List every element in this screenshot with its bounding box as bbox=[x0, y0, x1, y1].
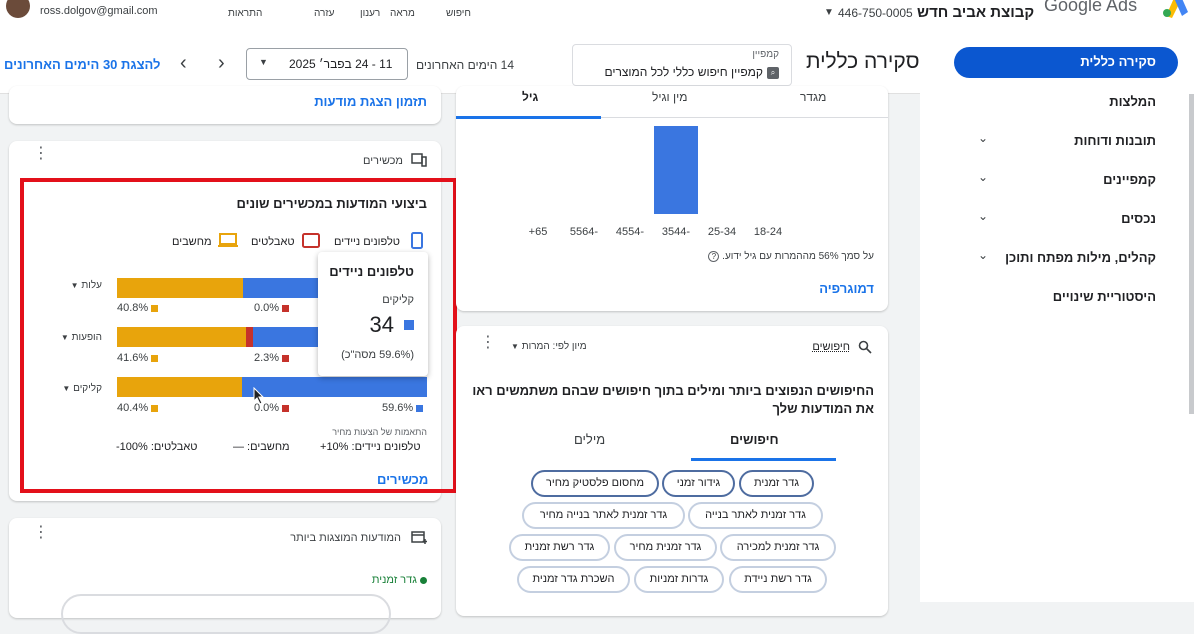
ad-window-icon bbox=[411, 530, 427, 544]
nav-notifications[interactable]: התראות bbox=[228, 8, 262, 19]
prev-period-icon[interactable]: ‹ bbox=[180, 52, 187, 75]
account-dropdown-icon[interactable]: ▼ bbox=[824, 7, 834, 18]
more-options-icon[interactable]: ⋮ bbox=[33, 530, 49, 536]
sidebar-item-campaigns[interactable]: קמפיינים bbox=[1103, 172, 1156, 187]
age-tick-label: 3544- bbox=[662, 226, 690, 236]
chevron-down-icon[interactable]: ⌄ bbox=[978, 209, 988, 223]
chevron-down-icon: ▼ bbox=[511, 342, 519, 351]
sort-dropdown[interactable]: מיון לפי: המרות ▼ bbox=[511, 341, 587, 352]
search-chip[interactable]: גדר רשת זמנית bbox=[509, 534, 610, 561]
search-chip[interactable]: גדר זמנית bbox=[739, 470, 814, 497]
nav-appearance[interactable]: מראה bbox=[390, 8, 415, 19]
age-tick-label: 25-34 bbox=[708, 226, 736, 236]
searches-title: החיפושים הנפוצים ביותר ומילים בתוך חיפוש… bbox=[464, 382, 874, 418]
devices-icon bbox=[411, 153, 427, 167]
search-chip[interactable]: גדר רשת ניידת bbox=[729, 566, 827, 593]
sidebar-item-insights[interactable]: תובנות ודוחות bbox=[1074, 133, 1156, 148]
search-chip[interactable]: גידור זמני bbox=[662, 470, 735, 497]
search-chip[interactable]: גדר זמנית לאתר בנייה מחיר bbox=[522, 502, 685, 529]
sidebar-item-recommendations[interactable]: המלצות bbox=[1109, 94, 1156, 109]
campaign-selector[interactable]: קמפיין ⌕ קמפיין חיפוש כללי לכל המוצרים bbox=[572, 44, 792, 86]
product-name: Google Ads bbox=[1044, 0, 1137, 16]
sidebar-item-label: סקירה כללית bbox=[1080, 54, 1156, 69]
account-email: ross.dolgov@gmail.com bbox=[40, 5, 158, 17]
avatar[interactable] bbox=[6, 0, 30, 18]
campaign-value: קמפיין חיפוש כללי לכל המוצרים bbox=[604, 65, 763, 79]
top-bar: ross.dolgov@gmail.com התראות עזרה רענון … bbox=[0, 0, 1194, 38]
show-last-30-days-link[interactable]: להצגת 30 הימים האחרונים bbox=[4, 57, 160, 72]
tab-gender[interactable]: מגדר bbox=[800, 90, 826, 104]
status-dot-icon bbox=[420, 577, 427, 584]
ad-schedule-card: תזמון הצגת מודעות bbox=[9, 86, 441, 124]
search-chip[interactable]: גדרות זמניות bbox=[634, 566, 724, 593]
searches-header: חיפושים bbox=[812, 341, 850, 353]
next-period-icon[interactable]: › bbox=[218, 52, 225, 75]
page-title: סקירה כללית bbox=[806, 50, 920, 74]
search-chip[interactable]: גדר זמנית למכירה bbox=[720, 534, 836, 561]
tabs-divider bbox=[601, 117, 888, 118]
sidebar-item-overview[interactable]: סקירה כללית bbox=[954, 47, 1178, 78]
tab-words[interactable]: מילים bbox=[574, 432, 605, 447]
tab-gender-age[interactable]: מין וגיל bbox=[652, 90, 687, 104]
more-options-icon[interactable]: ⋮ bbox=[33, 151, 49, 157]
devices-header: מכשירים bbox=[363, 155, 403, 167]
nav-refresh[interactable]: רענון bbox=[360, 8, 380, 19]
age-tick-label: 5564- bbox=[570, 226, 598, 236]
top-ads-card: ⋮ המודעות המוצגות ביותר גדר זמנית bbox=[9, 518, 441, 618]
campaign-search-icon: ⌕ bbox=[767, 67, 779, 79]
search-chip[interactable]: מחסום פלסטיק מחיר bbox=[531, 470, 659, 497]
tab-age[interactable]: גיל bbox=[522, 90, 538, 104]
age-tick-label: 4554- bbox=[616, 226, 644, 236]
date-range-label: 14 הימים האחרונים bbox=[416, 58, 514, 72]
account-id: 446-750-0005 bbox=[838, 6, 913, 20]
top-ads-header: המודעות המוצגות ביותר bbox=[290, 532, 401, 544]
nav-search[interactable]: חיפוש bbox=[446, 8, 471, 19]
help-icon[interactable]: ? bbox=[708, 251, 719, 262]
tab-age-indicator bbox=[456, 116, 601, 119]
google-ads-logo-icon bbox=[1160, 0, 1190, 18]
search-chip[interactable]: גדר זמנית לאתר בנייה bbox=[688, 502, 823, 529]
note-text: על סמך 56% מההמרות עם גיל ידוע. bbox=[722, 251, 874, 262]
more-options-icon[interactable]: ⋮ bbox=[480, 340, 496, 346]
sort-label: מיון לפי: bbox=[553, 341, 587, 352]
age-bar[interactable] bbox=[654, 126, 698, 214]
search-chip[interactable]: השכרת גדר זמנית bbox=[517, 566, 630, 593]
demographics-note: על סמך 56% מההמרות עם גיל ידוע. ? bbox=[708, 251, 874, 262]
sidebar-item-audiences[interactable]: קהלים, מילות מפתח ותוכן bbox=[1005, 250, 1156, 265]
chevron-down-icon[interactable]: ⌄ bbox=[978, 248, 988, 262]
tab-searches[interactable]: חיפושים bbox=[730, 432, 779, 447]
search-chip[interactable]: גדר זמנית מחיר bbox=[614, 534, 717, 561]
chevron-down-icon[interactable]: ⌄ bbox=[978, 131, 988, 145]
ad-preview-outline bbox=[61, 594, 391, 634]
chevron-down-icon: ▼ bbox=[259, 57, 268, 67]
account-name[interactable]: קבוצת אביב חדש bbox=[917, 4, 1034, 21]
top-ad-label: גדר זמנית bbox=[372, 574, 417, 586]
date-range-picker[interactable]: ▼ 11 - 24 בפבר׳ 2025 bbox=[246, 48, 408, 80]
sidebar-item-change-history[interactable]: היסטוריית שינויים bbox=[1053, 289, 1156, 304]
sidebar: סקירה כללית bbox=[920, 38, 1194, 602]
age-tick-label: +65 bbox=[529, 226, 548, 236]
date-range-value: 11 - 24 בפבר׳ 2025 bbox=[289, 57, 392, 71]
chevron-down-icon[interactable]: ⌄ bbox=[978, 170, 988, 184]
age-tick-label: 18-24 bbox=[754, 226, 782, 236]
top-ad-item[interactable]: גדר זמנית bbox=[372, 574, 427, 586]
search-icon bbox=[858, 340, 872, 354]
ad-schedule-link[interactable]: תזמון הצגת מודעות bbox=[314, 94, 427, 109]
sidebar-item-assets[interactable]: נכסים bbox=[1121, 211, 1156, 226]
page-scrollbar[interactable] bbox=[1189, 94, 1194, 414]
tab-searches-indicator bbox=[691, 458, 836, 461]
demographics-card: גיל מין וגיל מגדר 18-24 25-34 3544- 4554- 55… bbox=[456, 86, 888, 311]
sort-value: המרות bbox=[522, 341, 550, 352]
campaign-label: קמפיין bbox=[752, 49, 779, 60]
highlight-box bbox=[20, 178, 457, 493]
age-chart: 18-24 25-34 3544- 4554- 5564- +65 bbox=[526, 126, 806, 236]
nav-help[interactable]: עזרה bbox=[314, 8, 334, 19]
demographics-link[interactable]: דמוגרפיה bbox=[819, 281, 874, 296]
